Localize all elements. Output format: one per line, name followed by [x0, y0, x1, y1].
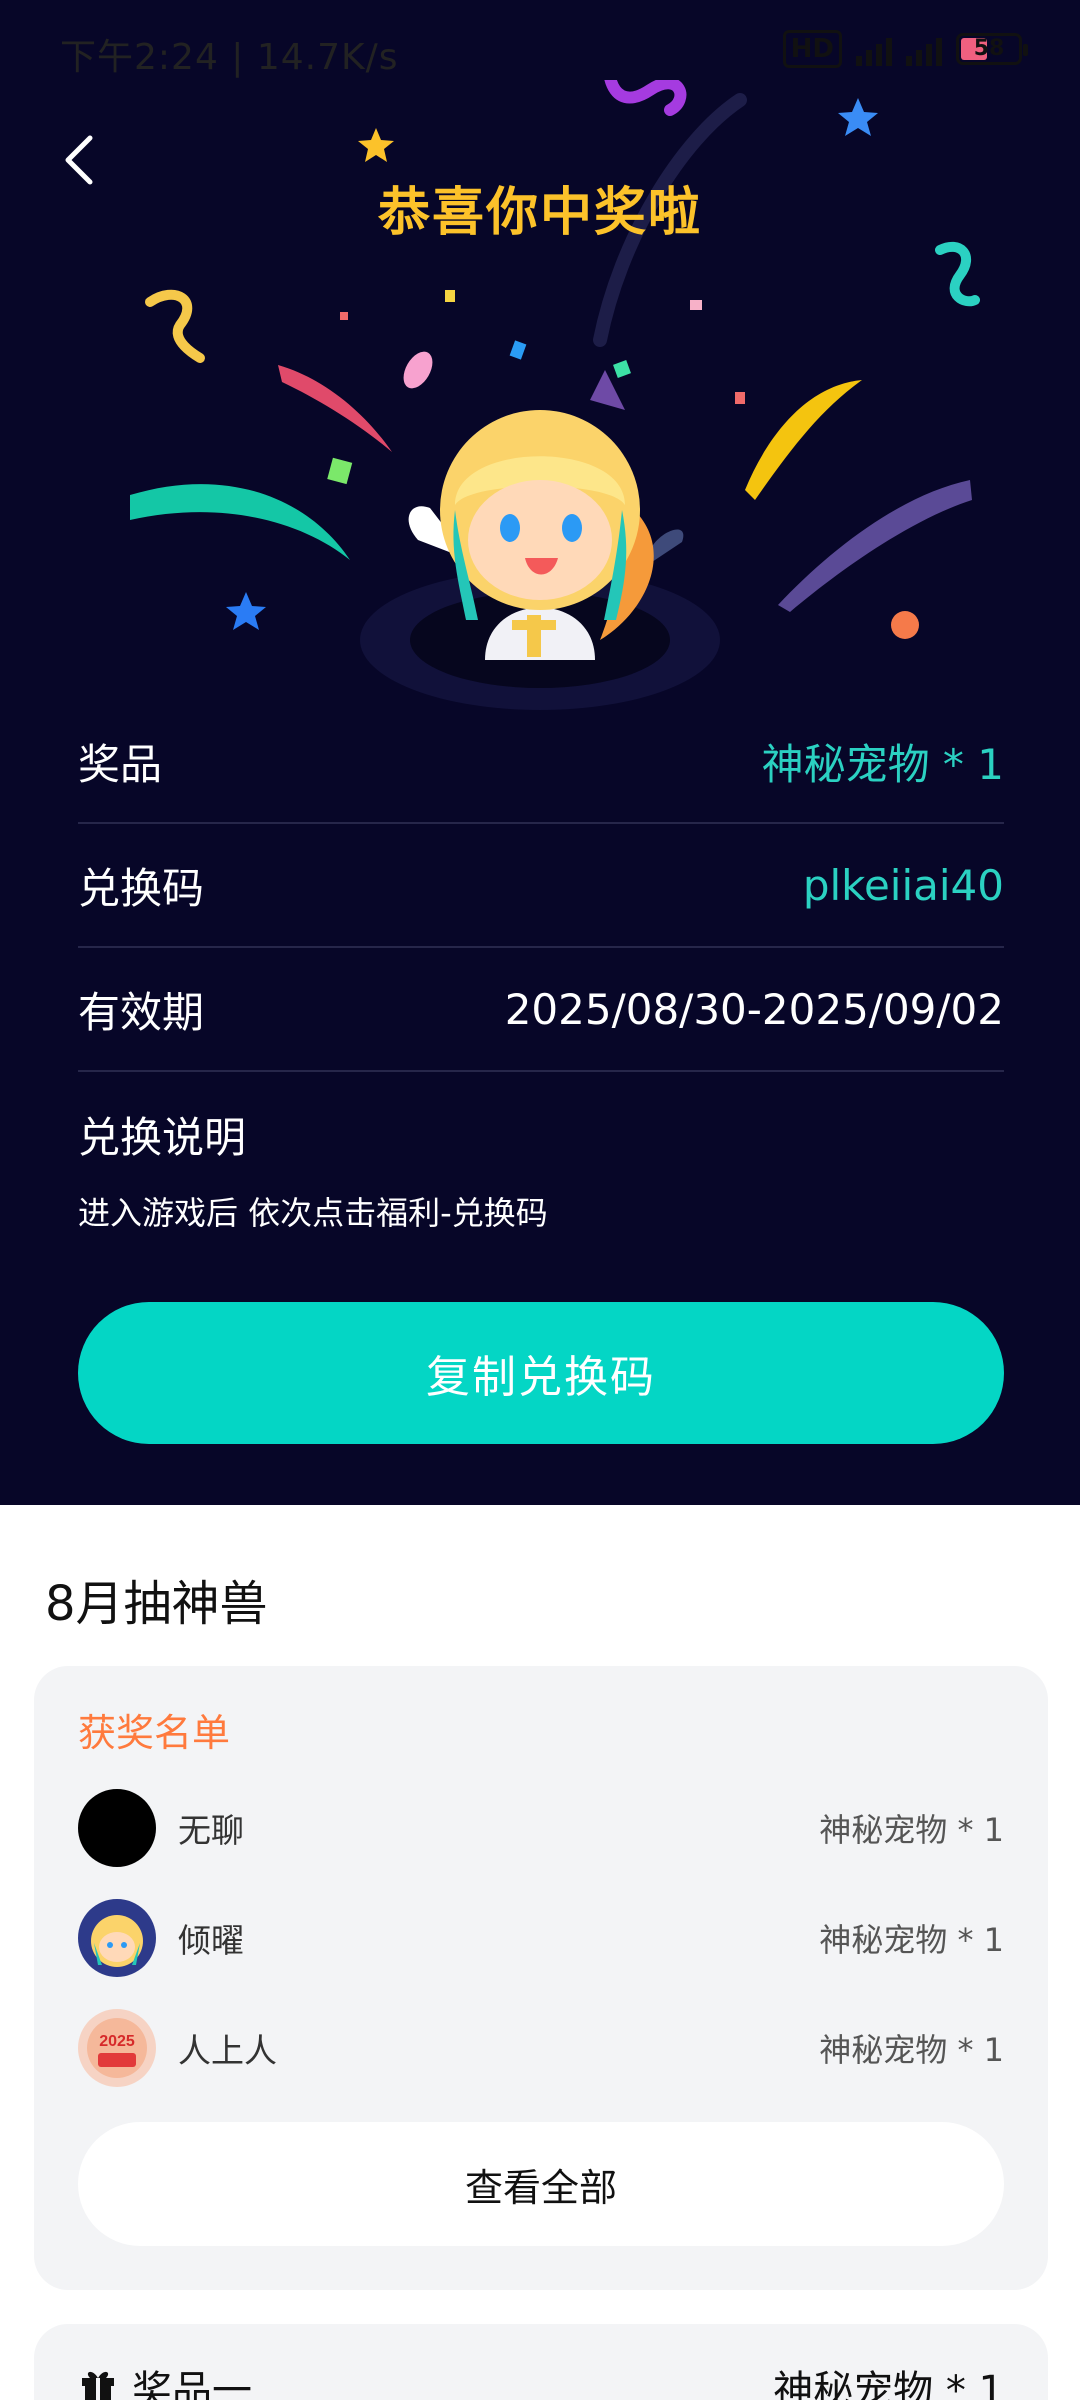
- winner-row: 2025 人上人 神秘宠物 * 1: [78, 2008, 1004, 2088]
- avatar: [78, 1789, 156, 1867]
- avatar: [78, 1899, 156, 1977]
- winner-row: 倾曜 神秘宠物 * 1: [78, 1898, 1004, 1978]
- gift-icon: [82, 2371, 114, 2400]
- winners-card: 获奖名单 无聊 神秘宠物 * 1 倾曜 神秘宠物 * 1 2025 人上人 神秘…: [34, 1666, 1048, 2290]
- signal-icon: [856, 32, 892, 66]
- winner-prize: 神秘宠物 * 1: [819, 2031, 1004, 2069]
- view-all-button[interactable]: 查看全部: [78, 2122, 1004, 2246]
- battery-level: 58: [973, 36, 1005, 61]
- signal-icon-2: [906, 32, 942, 66]
- redeem-code-label: 兑换码: [78, 863, 205, 913]
- validity-row: 有效期 2025/08/30-2025/09/02: [78, 948, 1004, 1072]
- avatar-text: 2025: [99, 2033, 135, 2050]
- winner-name: 无聊: [178, 1811, 244, 1850]
- winner-row: 无聊 神秘宠物 * 1: [78, 1788, 1004, 1868]
- status-icons: HD 58: [782, 30, 1028, 68]
- prize-value: 神秘宠物 * 1: [761, 739, 1004, 789]
- winners-title: 获奖名单: [78, 1711, 231, 1755]
- winner-prize: 神秘宠物 * 1: [819, 1921, 1004, 1959]
- redeem-code-row: 兑换码 plkeiiai40: [78, 824, 1004, 948]
- prize-row: 奖品 神秘宠物 * 1: [78, 700, 1004, 824]
- validity-value: 2025/08/30-2025/09/02: [504, 984, 1004, 1034]
- prize-item-name: 奖品一: [132, 2368, 252, 2400]
- event-title: 8月抽神兽: [45, 1576, 268, 1632]
- winner-name: 倾曜: [178, 1921, 244, 1960]
- copy-code-button[interactable]: 复制兑换码: [78, 1302, 1004, 1444]
- prize-item-value: 神秘宠物 * 1: [773, 2368, 1004, 2400]
- redeem-code-value: plkeiiai40: [802, 860, 1004, 910]
- prize-item-card[interactable]: 奖品一 神秘宠物 * 1: [34, 2324, 1048, 2400]
- winner-prize: 神秘宠物 * 1: [819, 1811, 1004, 1849]
- prize-header: 下午2:24 | 14.7K/s HD 58 恭喜你中奖啦 奖品 神秘宠物 * …: [0, 0, 1080, 1505]
- redeem-instructions-text: 进入游戏后 依次点击福利-兑换码: [78, 1194, 548, 1232]
- page-title: 恭喜你中奖啦: [377, 183, 702, 243]
- winner-name: 人上人: [178, 2031, 277, 2070]
- prize-label: 奖品: [78, 739, 163, 789]
- hd-badge: HD: [782, 30, 842, 68]
- redeem-instructions-title: 兑换说明: [78, 1113, 247, 1162]
- validity-label: 有效期: [78, 987, 205, 1037]
- battery-icon: 58: [956, 33, 1028, 65]
- status-time: 下午2:24 | 14.7K/s: [60, 37, 399, 78]
- avatar: 2025: [78, 2009, 156, 2087]
